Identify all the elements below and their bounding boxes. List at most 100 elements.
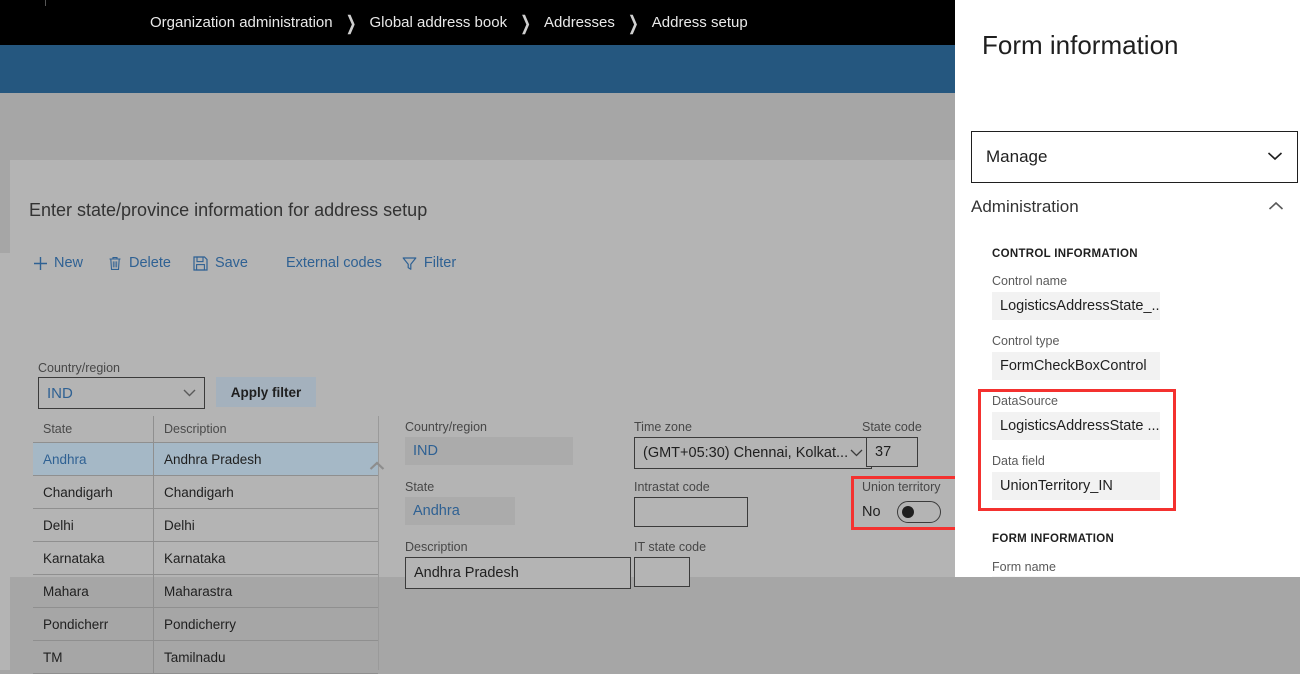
detail-time-zone-label: Time zone bbox=[634, 420, 692, 434]
chevron-down-icon bbox=[1267, 148, 1283, 166]
union-territory-toggle[interactable] bbox=[896, 501, 941, 523]
chevron-down-icon bbox=[850, 445, 863, 461]
topbar-divider bbox=[45, 0, 46, 6]
cell-state: Mahara bbox=[43, 583, 89, 599]
detail-it-state-code-input[interactable] bbox=[634, 557, 690, 587]
detail-union-territory-label: Union territory bbox=[862, 480, 941, 494]
cell-description: Karnataka bbox=[153, 542, 378, 574]
apply-filter-button-label: Apply filter bbox=[230, 384, 302, 400]
workspace: Enter state/province information for add… bbox=[0, 93, 961, 674]
cell-state: TM bbox=[43, 649, 63, 665]
accent-banner bbox=[0, 45, 955, 93]
country-region-filter-select[interactable]: IND bbox=[38, 377, 205, 409]
cell-description: Tamilnadu bbox=[153, 641, 378, 673]
filter-button[interactable]: Filter bbox=[402, 253, 456, 273]
trash-icon bbox=[107, 255, 123, 271]
table-row[interactable]: Andhra Andhra Pradesh bbox=[33, 443, 378, 476]
toggle-knob-icon bbox=[901, 506, 914, 518]
save-button-label: Save bbox=[214, 255, 248, 271]
chevron-right-icon: ❯ bbox=[520, 11, 531, 34]
plus-icon bbox=[32, 255, 48, 271]
datasource-field[interactable]: LogisticsAddressState ... bbox=[992, 412, 1160, 440]
detail-description-value: Andhra Pradesh bbox=[414, 565, 519, 581]
detail-country-region-value: IND bbox=[413, 443, 438, 459]
chevron-down-icon bbox=[183, 389, 204, 397]
new-button-label: New bbox=[54, 255, 84, 271]
table-row[interactable]: Pondicherr Pondicherry bbox=[33, 608, 378, 641]
cell-state: Chandigarh bbox=[43, 484, 113, 500]
data-field-field[interactable]: UnionTerritory_IN bbox=[992, 472, 1160, 500]
detail-union-territory-value: No bbox=[862, 504, 881, 520]
funnel-icon bbox=[402, 255, 418, 271]
delete-button-label: Delete bbox=[129, 255, 171, 271]
administration-section-header[interactable]: Administration bbox=[971, 190, 1298, 224]
cell-description: Chandigarh bbox=[153, 476, 378, 508]
detail-country-region-label: Country/region bbox=[405, 420, 487, 434]
chevron-up-icon bbox=[369, 461, 385, 470]
cell-state: Pondicherr bbox=[43, 616, 109, 632]
delete-button[interactable]: Delete bbox=[107, 253, 171, 273]
control-type-label: Control type bbox=[992, 334, 1060, 348]
cell-description: Andhra Pradesh bbox=[153, 443, 378, 475]
external-codes-button[interactable]: External codes bbox=[286, 253, 382, 273]
cell-description: Delhi bbox=[153, 509, 378, 541]
detail-state-code-value: 37 bbox=[875, 444, 892, 460]
country-region-filter-value: IND bbox=[47, 384, 73, 402]
detail-time-zone-value: (GMT+05:30) Chennai, Kolkat... bbox=[643, 445, 849, 461]
cell-state: Karnataka bbox=[43, 550, 105, 566]
country-region-filter-label: Country/region bbox=[38, 361, 120, 375]
breadcrumb-item-address-setup[interactable]: Address setup bbox=[652, 14, 748, 31]
control-name-value: LogisticsAddressState_... bbox=[1000, 298, 1160, 314]
chevron-up-icon bbox=[1268, 198, 1284, 216]
column-header-description[interactable]: Description bbox=[153, 416, 378, 442]
action-toolbar: New Delete Save External codes Filter bbox=[32, 253, 456, 273]
table-row[interactable]: Mahara Maharastra bbox=[33, 575, 378, 608]
detail-state-code-input[interactable]: 37 bbox=[866, 437, 918, 467]
detail-union-territory-toggle-group[interactable]: No bbox=[862, 501, 941, 523]
datasource-value: LogisticsAddressState ... bbox=[1000, 418, 1160, 434]
panel-title: Form information bbox=[982, 30, 1179, 60]
table-row[interactable]: Chandigarh Chandigarh bbox=[33, 476, 378, 509]
detail-state-field[interactable]: Andhra bbox=[405, 497, 515, 525]
external-codes-button-label: External codes bbox=[286, 255, 382, 271]
detail-intrastat-code-input[interactable] bbox=[634, 497, 748, 527]
detail-intrastat-code-label: Intrastat code bbox=[634, 480, 710, 494]
datasource-label: DataSource bbox=[992, 394, 1059, 408]
table-row[interactable]: Delhi Delhi bbox=[33, 509, 378, 542]
new-button[interactable]: New bbox=[32, 253, 83, 273]
chevron-right-icon: ❯ bbox=[627, 11, 639, 34]
apply-filter-button[interactable]: Apply filter bbox=[216, 377, 316, 407]
control-type-field[interactable]: FormCheckBoxControl bbox=[992, 352, 1160, 380]
table-row[interactable]: Karnataka Karnataka bbox=[33, 542, 378, 575]
form-name-label: Form name bbox=[992, 560, 1056, 574]
top-breadcrumb-bar: Organization administration ❯ Global add… bbox=[0, 0, 955, 45]
table-row[interactable]: TM Tamilnadu bbox=[33, 641, 378, 674]
data-field-value: UnionTerritory_IN bbox=[1000, 478, 1113, 494]
cell-state: Delhi bbox=[43, 517, 74, 533]
page-title: Enter state/province information for add… bbox=[29, 200, 428, 220]
left-gutter bbox=[0, 253, 10, 670]
form-information-heading: FORM INFORMATION bbox=[992, 533, 1115, 545]
column-header-state[interactable]: State bbox=[33, 422, 153, 436]
detail-description-label: Description bbox=[405, 540, 468, 554]
grid-scroll-up-button[interactable] bbox=[366, 453, 388, 479]
cell-description: Maharastra bbox=[153, 575, 378, 607]
save-button[interactable]: Save bbox=[193, 253, 248, 273]
control-information-heading: CONTROL INFORMATION bbox=[992, 248, 1138, 260]
detail-time-zone-select[interactable]: (GMT+05:30) Chennai, Kolkat... bbox=[634, 437, 872, 469]
breadcrumb: Organization administration ❯ Global add… bbox=[150, 0, 748, 45]
detail-country-region-field[interactable]: IND bbox=[405, 437, 573, 465]
detail-it-state-code-label: IT state code bbox=[634, 540, 707, 554]
breadcrumb-item-global-address-book[interactable]: Global address book bbox=[370, 14, 508, 31]
manage-dropdown-label: Manage bbox=[986, 147, 1048, 166]
states-grid: State Description Andhra Andhra Pradesh … bbox=[33, 416, 378, 674]
breadcrumb-item-addresses[interactable]: Addresses bbox=[544, 14, 615, 31]
chevron-right-icon: ❯ bbox=[345, 11, 357, 34]
breadcrumb-item-organization-administration[interactable]: Organization administration bbox=[150, 14, 333, 31]
control-name-label: Control name bbox=[992, 274, 1068, 288]
control-name-field[interactable]: LogisticsAddressState_... bbox=[992, 292, 1160, 320]
detail-state-value: Andhra bbox=[413, 503, 460, 519]
save-disk-icon bbox=[193, 255, 209, 271]
detail-description-input[interactable]: Andhra Pradesh bbox=[405, 557, 631, 589]
manage-dropdown[interactable]: Manage bbox=[971, 131, 1298, 183]
